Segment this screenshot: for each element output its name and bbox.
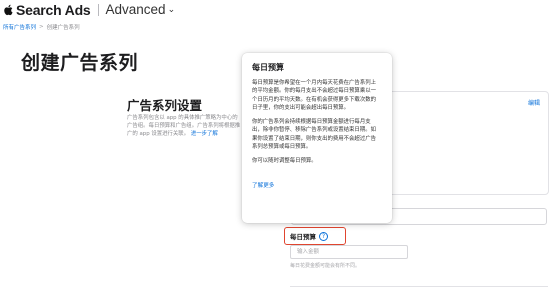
popover-paragraph: 每日预算是你希望在一个月内每天花费在广告系列上的平均金额。你的每月支出不会超过每… <box>252 80 376 111</box>
top-header: Search Ads Advanced ⌄ <box>0 0 554 19</box>
breadcrumb: 所有广告系列 > 创建广告系列 <box>3 23 80 31</box>
popover-paragraph: 你的广告系列会持续根据每日预算金额进行每月支出，除非你暂停、移除广告系列或设置结… <box>252 119 376 151</box>
section-description-text: 广告系列包含以 app 的具体推广策略为中心的广告组。每日预算和广告组。广告系列… <box>127 115 241 138</box>
section-description: 广告系列包含以 app 的具体推广策略为中心的广告组。每日预算和广告组。广告系列… <box>127 114 242 148</box>
daily-budget-label-text: 每日预算 <box>290 233 316 241</box>
brand-name: Search Ads <box>16 1 91 18</box>
mode-label: Advanced <box>105 2 166 17</box>
help-icon[interactable]: ? <box>319 231 328 241</box>
learn-more-link[interactable]: 进一步了解 <box>191 131 218 137</box>
popover-title: 每日预算 <box>252 63 284 72</box>
daily-budget-input[interactable] <box>290 245 408 259</box>
daily-budget-hint: 每日花费金额可能会有所不同。 <box>290 263 361 269</box>
edit-button[interactable]: 编辑 <box>528 98 540 107</box>
chevron-down-icon: ⌄ <box>167 4 176 14</box>
daily-budget-popover: 每日预算 每日预算是你希望在一个月内每天花费在广告系列上的平均金额。你的每月支出… <box>242 53 392 223</box>
daily-budget-label: 每日预算 ? <box>290 231 328 241</box>
breadcrumb-separator: > <box>39 24 44 30</box>
popover-paragraph: 你可以随时调整每日预算。 <box>252 158 317 165</box>
breadcrumb-current: 创建广告系列 <box>46 25 80 31</box>
header-divider <box>97 3 99 16</box>
page-title: 创建广告系列 <box>21 52 139 74</box>
popover-learn-more-link[interactable]: 了解更多 <box>252 181 274 189</box>
breadcrumb-all-campaigns[interactable]: 所有广告系列 <box>3 23 36 31</box>
apple-logo-icon <box>4 4 13 15</box>
divider <box>290 286 548 287</box>
mode-switcher[interactable]: Advanced ⌄ <box>106 2 176 17</box>
section-title: 广告系列设置 <box>127 98 203 113</box>
